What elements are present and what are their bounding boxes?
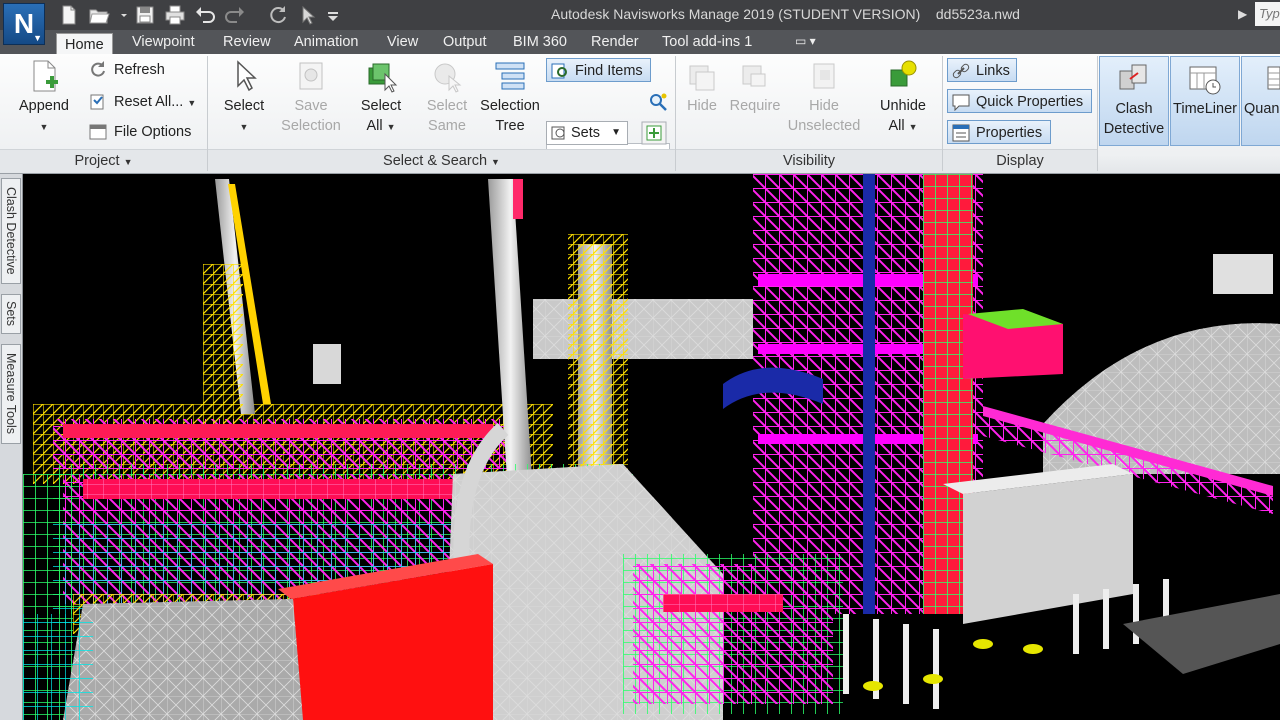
tab-viewpoint[interactable]: Viewpoint xyxy=(132,30,195,54)
hide-icon xyxy=(689,65,715,91)
chevron-right-icon[interactable]: ▶ xyxy=(1238,7,1247,21)
properties-icon xyxy=(952,124,970,142)
rack-lower-red xyxy=(663,594,783,612)
select-same-icon xyxy=(434,63,462,93)
open-icon[interactable] xyxy=(88,4,110,26)
pipe-rack-far-red xyxy=(63,424,493,438)
hide-unselected-button[interactable]: Hide Unselected xyxy=(786,58,862,136)
manage-sets-icon[interactable] xyxy=(641,121,667,145)
clash-detective-button[interactable]: Clash Detective xyxy=(1099,56,1169,146)
rack-bottom-left-cyan xyxy=(23,614,93,720)
ribbon-options-icon[interactable]: ▭ ▾ xyxy=(795,34,816,48)
append-icon xyxy=(33,60,58,92)
file-options-icon xyxy=(89,124,107,140)
quantification-button[interactable]: Quan xyxy=(1241,56,1280,146)
sets-dropdown[interactable]: Sets ▼ xyxy=(546,121,628,145)
application-menu-button[interactable]: N ▼ xyxy=(3,3,45,45)
quick-properties-button[interactable]: Quick Properties xyxy=(947,89,1092,113)
selection-tree-button[interactable]: Selection Tree xyxy=(478,58,542,136)
require-button[interactable]: Require xyxy=(728,58,782,116)
timeliner-button[interactable]: TimeLiner xyxy=(1170,56,1240,146)
redo-icon[interactable] xyxy=(224,4,246,26)
tab-bim360[interactable]: BIM 360 xyxy=(513,30,567,54)
quantification-icon xyxy=(1267,66,1280,90)
tab-output[interactable]: Output xyxy=(443,30,487,54)
select-all-button[interactable]: Select All ▼ xyxy=(352,58,410,137)
open-dropdown-icon[interactable] xyxy=(113,4,127,26)
links-icon xyxy=(952,63,970,79)
column-tower-ladders xyxy=(568,234,628,484)
reset-icon xyxy=(90,94,104,110)
project-panel-title[interactable]: Project ▼ xyxy=(0,149,207,172)
column-left-frame xyxy=(203,264,243,424)
search-icon[interactable] xyxy=(648,92,668,112)
building-right-top xyxy=(1213,254,1273,294)
require-icon xyxy=(742,65,766,87)
search-input[interactable]: Type xyxy=(1255,2,1280,26)
clash-detective-icon xyxy=(1119,64,1147,90)
timeliner-icon xyxy=(1189,66,1221,95)
save-selection-icon xyxy=(299,62,323,90)
building-far-frame xyxy=(533,299,753,359)
tab-review[interactable]: Review xyxy=(223,30,271,54)
window-title: Autodesk Navisworks Manage 2019 (STUDENT… xyxy=(551,6,1020,22)
hide-button[interactable]: Hide xyxy=(680,58,724,116)
find-items-icon xyxy=(551,63,567,79)
reset-all-button[interactable]: Reset All... ▼ xyxy=(88,91,196,114)
append-button[interactable]: Append ▼ xyxy=(14,58,74,137)
select-icon[interactable] xyxy=(297,4,319,26)
stack-center-band xyxy=(513,179,523,219)
equipment-grey-left-frame xyxy=(63,599,303,720)
tab-animation[interactable]: Animation xyxy=(294,30,358,54)
new-icon[interactable] xyxy=(58,4,80,26)
unhide-all-button[interactable]: Unhide All ▼ xyxy=(872,58,934,137)
riser-blue xyxy=(863,174,875,614)
customize-icon[interactable] xyxy=(322,4,338,26)
save-icon[interactable] xyxy=(134,4,156,26)
undo-icon[interactable] xyxy=(194,4,216,26)
visibility-panel-title[interactable]: Visibility xyxy=(676,149,942,172)
properties-button[interactable]: Properties xyxy=(947,120,1051,144)
ribbon: Append ▼ Refresh Reset All... ▼ File Opti… xyxy=(0,54,1280,174)
side-tab-clash-detective[interactable]: Clash Detective xyxy=(1,178,21,284)
tab-render[interactable]: Render xyxy=(591,30,639,54)
file-name: dd5523a.nwd xyxy=(935,6,1020,22)
refresh-button[interactable]: Refresh xyxy=(88,59,165,81)
side-dock: Clash Detective Sets Measure Tools xyxy=(0,174,23,720)
refresh-icon xyxy=(91,61,105,77)
select-button[interactable]: Select ▼ xyxy=(218,58,270,137)
select-all-icon xyxy=(368,63,398,93)
unhide-all-icon xyxy=(890,60,917,87)
quick-properties-icon xyxy=(952,94,970,112)
tab-tool-addins[interactable]: Tool add-ins 1 xyxy=(662,30,752,54)
title-bar: Autodesk Navisworks Manage 2019 (STUDENT… xyxy=(0,0,1280,30)
side-tab-measure-tools[interactable]: Measure Tools xyxy=(1,344,21,444)
display-panel-title[interactable]: Display xyxy=(943,149,1097,172)
tab-view[interactable]: View xyxy=(387,30,418,54)
selection-tree-icon xyxy=(495,62,525,90)
print-icon[interactable] xyxy=(164,4,186,26)
hide-unselected-icon xyxy=(813,63,835,89)
links-button[interactable]: Links xyxy=(947,58,1017,82)
find-items-button[interactable]: Find Items xyxy=(546,58,651,82)
tank-small xyxy=(313,344,341,384)
select-search-panel-title[interactable]: Select & Search ▼ xyxy=(208,149,675,172)
save-selection-button[interactable]: Save Selection xyxy=(278,58,344,136)
side-tab-sets[interactable]: Sets xyxy=(1,294,21,334)
3d-viewport[interactable] xyxy=(23,174,1280,720)
select-same-button[interactable]: Select Same xyxy=(418,58,476,136)
cursor-icon xyxy=(237,60,257,92)
divider xyxy=(1097,56,1098,171)
file-options-button[interactable]: File Options xyxy=(88,121,191,143)
ribbon-tab-bar: Home Viewpoint Review Animation View Out… xyxy=(0,30,1280,55)
tab-home[interactable]: Home xyxy=(56,33,113,55)
road-right xyxy=(1123,594,1280,674)
plant-model-render[interactable] xyxy=(23,174,1280,720)
refresh-icon[interactable] xyxy=(267,4,289,26)
sets-icon xyxy=(551,126,565,140)
rack-lower-magenta xyxy=(633,564,833,704)
